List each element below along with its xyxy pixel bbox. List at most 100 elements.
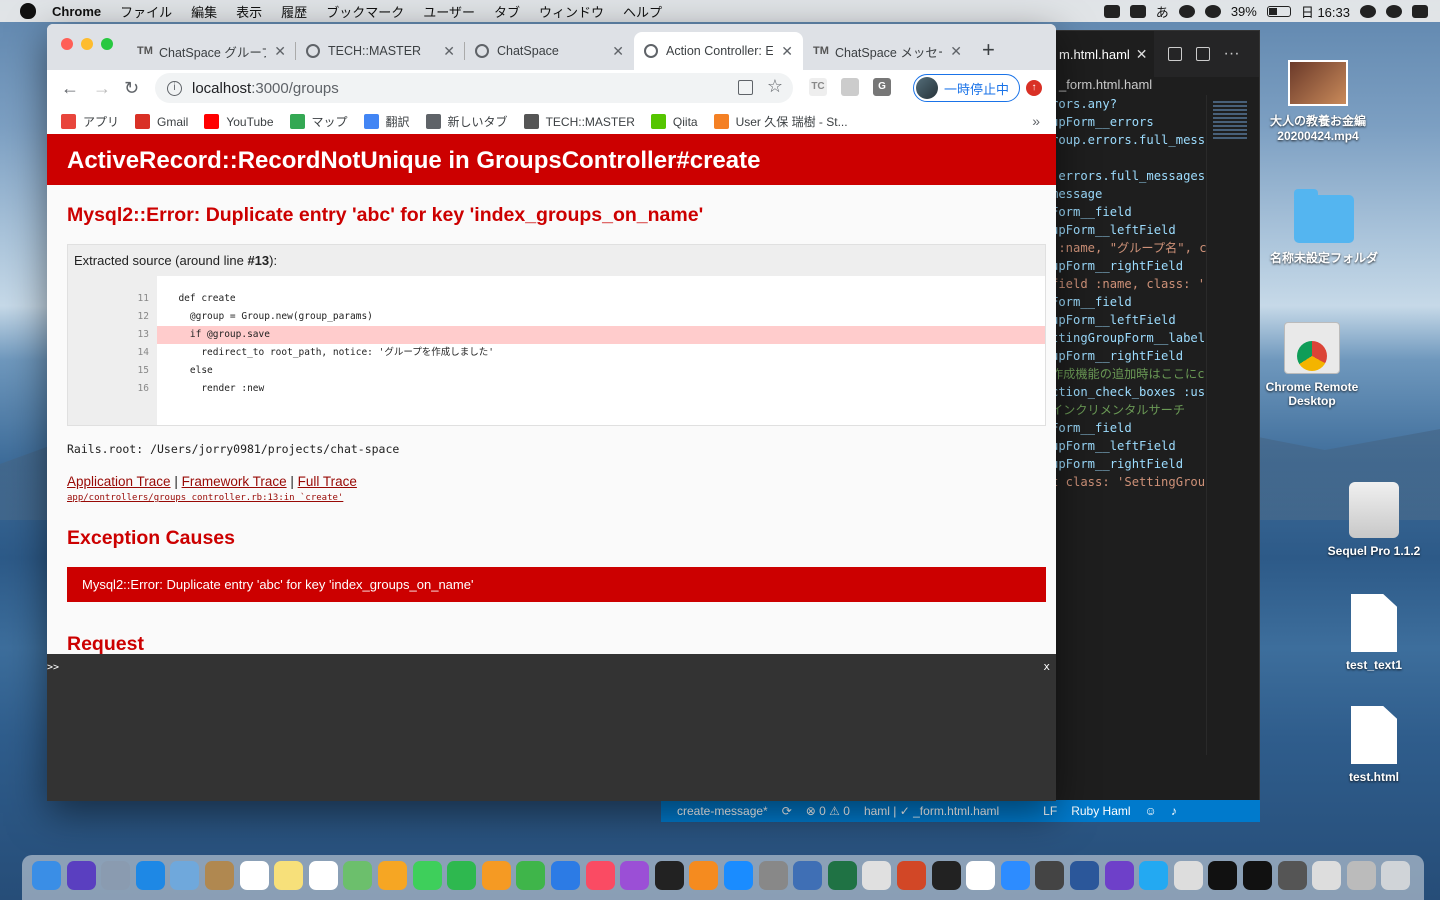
menu-edit[interactable]: 編集 [191, 2, 217, 21]
word-icon[interactable] [1070, 861, 1099, 890]
bookmark-item[interactable]: 新しいタブ [425, 113, 508, 130]
editor-tab-form-haml[interactable]: m.html.haml ✕ [1051, 31, 1154, 77]
framework-trace-link[interactable]: Framework Trace [182, 474, 287, 489]
menu-tab[interactable]: タブ [494, 2, 520, 21]
bookmark-item[interactable]: YouTube [204, 114, 274, 129]
profile-button[interactable]: 一時停止中 [913, 74, 1021, 102]
maps-icon[interactable] [343, 861, 373, 890]
window-thumb-icon[interactable] [1277, 861, 1307, 890]
menu-history[interactable]: 履歴 [281, 2, 307, 21]
vscode-icon[interactable] [1139, 861, 1169, 890]
chrome-icon[interactable] [862, 861, 892, 890]
bookmark-star-icon[interactable]: ☆ [767, 76, 783, 97]
bookmark-item[interactable]: アプリ [61, 113, 119, 130]
keynote-icon[interactable] [551, 861, 580, 890]
trace-line-link[interactable]: app/controllers/groups_controller.rb:13:… [67, 493, 343, 503]
menu-app-name[interactable]: Chrome [52, 4, 101, 19]
tab-chatspace[interactable]: ChatSpace ✕ [465, 32, 634, 70]
spotlight-icon[interactable] [1360, 4, 1376, 18]
trash-icon[interactable] [1381, 861, 1411, 890]
bookmark-item[interactable]: Gmail [135, 114, 188, 129]
haml-lint-status[interactable]: haml | ✓ _form.html.haml [864, 804, 999, 818]
github-desktop-icon[interactable] [1104, 861, 1134, 890]
forward-arrow-icon[interactable]: → [93, 78, 111, 99]
split-editor-icon[interactable] [1195, 47, 1210, 61]
terminal-icon[interactable] [931, 861, 961, 890]
slack-icon[interactable] [966, 861, 996, 890]
git-branch[interactable]: create-message* [677, 804, 768, 818]
input-method-indicator[interactable]: あ [1156, 2, 1169, 21]
window-thumb-icon[interactable] [1208, 861, 1238, 890]
proxyman-icon[interactable] [1035, 861, 1065, 890]
music-icon[interactable] [585, 861, 615, 890]
chrome-remote-icon[interactable] [1173, 861, 1203, 890]
console-close-button[interactable]: x [1043, 660, 1050, 673]
menu-view[interactable]: 表示 [236, 2, 262, 21]
tab-action-controller[interactable]: Action Controller: Exception caught ✕ [634, 32, 803, 70]
tc-extension-icon[interactable]: TC [809, 78, 827, 96]
editor-breadcrumb[interactable]: _form.html.haml [1051, 77, 1259, 95]
apple-icon[interactable] [20, 3, 36, 19]
menu-user[interactable]: ユーザー [423, 2, 475, 21]
menubar-clock[interactable]: 日 16:33 [1301, 2, 1350, 21]
exception-cause[interactable]: Mysql2::Error: Duplicate entry 'abc' for… [67, 567, 1046, 602]
more-actions-icon[interactable]: ··· [1224, 45, 1240, 63]
calendar-icon[interactable] [239, 861, 269, 890]
messages-icon[interactable] [412, 861, 442, 890]
application-trace-link[interactable]: Application Trace [67, 474, 171, 489]
bluetooth-icon[interactable] [1178, 4, 1195, 18]
editor-minimap[interactable] [1206, 95, 1258, 755]
chrome-window[interactable]: TM ChatSpace グループ ✕ TECH::MASTER ✕ ChatS… [47, 24, 1056, 801]
powerpoint-icon[interactable] [897, 861, 926, 890]
close-tab-icon[interactable]: ✕ [274, 43, 286, 60]
tab-techmaster[interactable]: TECH::MASTER ✕ [296, 32, 465, 70]
malwarebytes-icon[interactable] [1129, 4, 1146, 18]
siri-icon[interactable] [66, 861, 96, 890]
notification-center-icon[interactable] [1412, 4, 1428, 18]
desktop-icon-chrome-remote[interactable]: Chrome Remote Desktop [1252, 322, 1372, 408]
launchpad-icon[interactable] [101, 861, 131, 890]
desktop-icon-test-text1[interactable]: test_text1 [1314, 594, 1434, 672]
compare-icon[interactable] [1167, 47, 1182, 61]
tv-icon[interactable] [654, 861, 684, 890]
close-tab-icon[interactable]: ✕ [950, 43, 962, 60]
reminders-icon[interactable] [308, 861, 338, 890]
menu-file[interactable]: ファイル [120, 2, 172, 21]
finder-icon[interactable] [32, 861, 61, 890]
menu-help[interactable]: ヘルプ [623, 2, 662, 21]
code-editor-window[interactable]: m.html.haml ✕ ··· _form.html.haml rors.a… [1050, 30, 1260, 822]
menu-bookmarks[interactable]: ブックマーク [326, 2, 404, 21]
tab-chatspace-group[interactable]: TM ChatSpace グループ ✕ [127, 32, 296, 70]
zoom-icon[interactable] [1000, 861, 1030, 890]
siri-icon[interactable] [1386, 4, 1402, 18]
back-arrow-icon[interactable]: ← [61, 78, 79, 99]
bookmark-item[interactable]: 翻訳 [363, 113, 410, 130]
close-window-button[interactable] [61, 38, 73, 50]
desktop-icon-video[interactable]: 大人の教養お金編 20200424.mp4 [1258, 60, 1378, 143]
bookmark-item[interactable]: Qiita [650, 114, 698, 129]
address-bar[interactable]: i localhost:3000/groups ☆ [155, 73, 793, 103]
minimize-window-button[interactable] [81, 38, 93, 50]
preview-icon[interactable] [170, 861, 200, 890]
cast-extension-icon[interactable] [841, 78, 859, 96]
desktop-icon-folder[interactable]: 名称未設定フォルダ [1264, 189, 1384, 266]
tab-chatspace-message[interactable]: TM ChatSpace メッセージ ✕ [803, 32, 972, 70]
excel-icon[interactable] [827, 861, 857, 890]
new-tab-button[interactable]: + [982, 37, 995, 63]
books-icon[interactable] [689, 861, 719, 890]
window-thumb-icon[interactable] [1243, 861, 1272, 890]
grammar-extension-icon[interactable]: G [873, 78, 891, 96]
desktop-icon-sequel-pro[interactable]: Sequel Pro 1.1.2 [1314, 482, 1434, 558]
wifi-icon[interactable] [1204, 4, 1221, 18]
close-tab-icon[interactable]: ✕ [781, 43, 793, 60]
info-icon[interactable]: i [167, 80, 182, 96]
bell-icon[interactable]: ♪ [1171, 804, 1177, 818]
close-icon[interactable]: ✕ [1136, 46, 1148, 63]
desktop-icon-test-html[interactable]: test.html [1314, 706, 1434, 784]
window-thumb-icon[interactable] [1312, 861, 1342, 890]
facetime-icon[interactable] [447, 861, 477, 890]
language-mode[interactable]: Ruby Haml [1071, 804, 1130, 818]
close-tab-icon[interactable]: ✕ [443, 43, 455, 60]
contacts-icon[interactable] [205, 861, 234, 890]
console-prompt[interactable]: >> [47, 662, 59, 673]
